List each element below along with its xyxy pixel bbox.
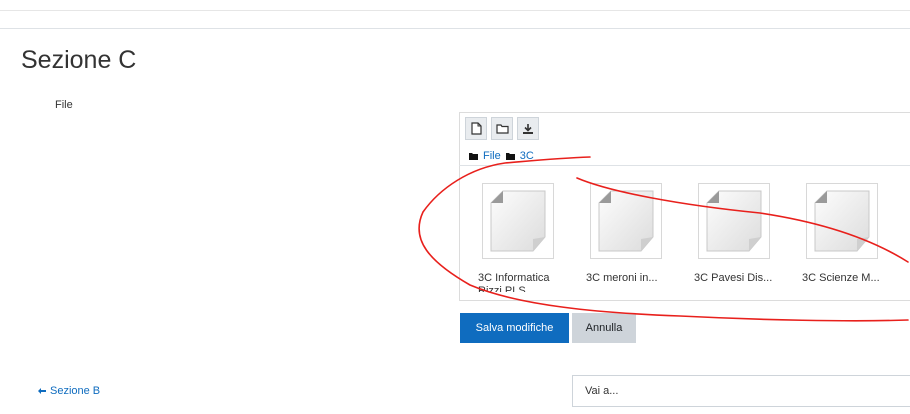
page-title: Sezione C [21,46,137,74]
file-icon [470,122,482,135]
file-item[interactable]: 3C meroni in... [576,183,676,284]
file-name: 3C Informatica [478,272,550,284]
add-file-button[interactable] [465,117,487,140]
file-field-label: File [55,99,73,111]
breadcrumb-file[interactable]: File [483,150,501,162]
file-thumbnail [590,183,662,259]
file-name: 3C meroni in... [586,272,658,284]
file-item[interactable]: 3C Informatica Rizzi PLS [468,183,568,292]
file-name: 3C Pavesi Dis... [694,272,773,284]
file-name: 3C Scienze M... [802,272,880,284]
file-thumbnail [482,183,554,259]
file-name-line2: Rizzi PLS [478,285,526,292]
arrow-left-icon [38,388,46,394]
folder-icon [505,153,515,160]
document-icon [814,190,870,252]
top-divider [0,10,910,11]
download-icon [523,123,533,134]
folder-icon [469,153,478,160]
file-item[interactable]: 3C Pavesi Dis... [684,183,784,284]
previous-section-link[interactable]: Sezione B [38,385,100,397]
previous-section-label: Sezione B [50,385,101,397]
file-item[interactable]: 3C Scienze M... [792,183,892,284]
file-manager-divider [459,165,910,166]
create-folder-button[interactable] [491,117,513,140]
save-changes-button[interactable]: Salva modifiche [460,313,569,343]
download-all-button[interactable] [517,117,539,140]
document-icon [490,190,546,252]
breadcrumb-3c[interactable]: 3C [520,150,534,162]
file-thumbnail [698,183,770,259]
jump-to-select[interactable]: Vai a... [572,375,910,407]
document-icon [706,190,762,252]
folder-icon [495,124,509,134]
file-thumbnail [806,183,878,259]
document-icon [598,190,654,252]
folder-breadcrumb: File 3C [469,150,534,162]
cancel-button[interactable]: Annulla [572,313,636,343]
header-divider [0,28,910,29]
file-manager-toolbar [465,117,539,141]
